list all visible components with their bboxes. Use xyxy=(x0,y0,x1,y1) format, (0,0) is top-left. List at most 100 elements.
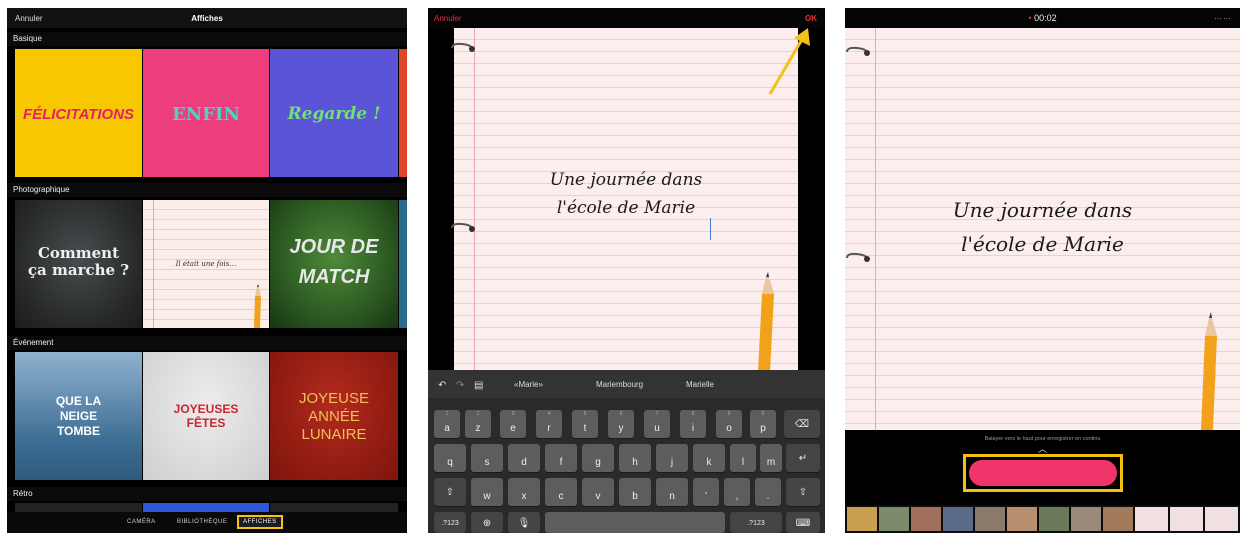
poster-text-line2: MATCH xyxy=(298,266,370,288)
clip-thumbnail[interactable] xyxy=(1039,507,1069,531)
poster-congratulations[interactable]: FÉLICITATIONS xyxy=(15,49,142,177)
shift-key[interactable]: ⇧ xyxy=(434,478,466,506)
key-v[interactable]: v xyxy=(582,478,614,506)
poster-finally[interactable]: ENFIN xyxy=(143,49,269,177)
arrow-pointer-icon xyxy=(768,28,810,95)
key-f[interactable]: f xyxy=(545,444,577,472)
space-key[interactable] xyxy=(545,512,725,533)
key-x[interactable]: x xyxy=(508,478,540,506)
section-label-basic: Basique xyxy=(7,32,407,46)
key-z[interactable]: 2z xyxy=(465,410,491,438)
pencil-icon xyxy=(254,284,261,328)
poster-holidays[interactable]: JOYEUSES FÊTES xyxy=(143,352,269,480)
paste-icon[interactable]: ▤ xyxy=(474,380,483,391)
poster-text: Il était une fois… xyxy=(175,260,237,268)
key-y[interactable]: 6y xyxy=(608,410,634,438)
key-u[interactable]: 7u xyxy=(644,410,670,438)
clip-thumbnail[interactable] xyxy=(1103,507,1133,531)
globe-icon[interactable]: ⊕ xyxy=(471,512,503,533)
poster-text-line1: JOYEUSES xyxy=(173,402,239,416)
more-icon[interactable]: …… xyxy=(1214,12,1232,21)
undo-icon[interactable]: ↶ xyxy=(438,380,446,391)
timer-value: 00:02 xyxy=(1034,13,1057,23)
tab-library[interactable]: BIBLIOTHÈQUE xyxy=(177,519,227,525)
poster-match-day[interactable]: JOUR DE MATCH xyxy=(270,200,398,328)
key-o[interactable]: 9o xyxy=(716,410,742,438)
key-i[interactable]: 8i xyxy=(680,410,706,438)
microphone-icon[interactable]: 🎙 xyxy=(508,512,540,533)
binder-ring-icon xyxy=(451,42,475,52)
clip-thumbnail[interactable] xyxy=(943,507,973,531)
key-a[interactable]: 1a xyxy=(434,410,460,438)
key-g[interactable]: g xyxy=(582,444,614,472)
keyboard: ↶ ↷ ▤ «Marie» Mariembourg Marielle 1a 2z… xyxy=(428,370,825,533)
key-e[interactable]: 3e xyxy=(500,410,526,438)
poster-title-line2[interactable]: l'école de Marie xyxy=(454,198,798,218)
tab-posters[interactable]: AFFICHES xyxy=(237,515,283,529)
clip-filmstrip[interactable] xyxy=(845,505,1240,533)
key-j[interactable]: j xyxy=(656,444,688,472)
poster-how-it-works[interactable]: Comment ça marche ? xyxy=(15,200,142,328)
poster-lunar-new-year[interactable]: JOYEUSE ANNÉE LUNAIRE xyxy=(270,352,398,480)
key-n[interactable]: n xyxy=(656,478,688,506)
key-h[interactable]: h xyxy=(619,444,651,472)
numbers-key[interactable]: .?123 xyxy=(434,512,466,533)
key-p[interactable]: 0p xyxy=(750,410,776,438)
clip-thumbnail[interactable] xyxy=(847,507,877,531)
key-t[interactable]: 5t xyxy=(572,410,598,438)
clip-thumbnail[interactable] xyxy=(1135,507,1168,531)
clip-thumbnail[interactable] xyxy=(911,507,941,531)
posters-panel: Annuler Affiches Basique FÉLICITATIONS E… xyxy=(7,8,407,533)
poster-partial[interactable] xyxy=(270,503,398,512)
numbers-key-right[interactable]: .?123 xyxy=(730,512,782,533)
key-q[interactable]: q xyxy=(434,444,466,472)
section-label-photo: Photographique xyxy=(7,183,407,197)
key-s[interactable]: s xyxy=(471,444,503,472)
key-comma[interactable]: , xyxy=(724,478,750,506)
poster-partial[interactable] xyxy=(15,503,142,512)
return-key[interactable]: ↵ xyxy=(786,444,820,472)
clip-thumbnail[interactable] xyxy=(1007,507,1037,531)
clip-thumbnail[interactable] xyxy=(879,507,909,531)
backspace-key[interactable]: ⌫ xyxy=(784,410,820,438)
key-apostrophe[interactable]: ’ xyxy=(693,478,719,506)
poster-text-line1: QUE LA xyxy=(55,394,102,408)
suggestion-2[interactable]: Mariembourg xyxy=(596,380,643,389)
shift-key-right[interactable]: ⇧ xyxy=(786,478,820,506)
redo-icon[interactable]: ↷ xyxy=(456,380,464,391)
notebook-page: Une journée dans l'école de Marie xyxy=(845,28,1240,430)
ok-button[interactable]: OK xyxy=(805,14,817,23)
hide-keyboard-icon[interactable]: ⌨ xyxy=(786,512,820,533)
poster-title-line1[interactable]: Une journée dans xyxy=(454,170,798,190)
poster-partial[interactable] xyxy=(399,49,407,177)
clip-thumbnail[interactable] xyxy=(1071,507,1101,531)
key-l[interactable]: l xyxy=(730,444,756,472)
suggestion-3[interactable]: Marielle xyxy=(686,380,714,389)
poster-text-line1: JOUR DE xyxy=(289,236,379,258)
clip-thumbnail[interactable] xyxy=(1205,507,1238,531)
clip-thumbnail[interactable] xyxy=(975,507,1005,531)
text-cursor xyxy=(710,218,711,240)
poster-partial[interactable] xyxy=(399,200,407,328)
key-c[interactable]: c xyxy=(545,478,577,506)
suggestion-1[interactable]: «Marie» xyxy=(514,380,543,389)
tab-camera[interactable]: CAMÉRA xyxy=(127,519,156,525)
key-r[interactable]: 4r xyxy=(536,410,562,438)
clip-thumbnail[interactable] xyxy=(1170,507,1203,531)
poster-partial[interactable] xyxy=(143,503,269,512)
poster-snow[interactable]: QUE LA NEIGE TOMBE xyxy=(15,352,142,480)
cancel-button[interactable]: Annuler xyxy=(434,14,462,23)
key-m[interactable]: m xyxy=(760,444,782,472)
key-period[interactable]: . xyxy=(755,478,781,506)
key-w[interactable]: w xyxy=(471,478,503,506)
key-b[interactable]: b xyxy=(619,478,651,506)
poster-once-upon[interactable]: Il était une fois… xyxy=(143,200,269,328)
record-button[interactable] xyxy=(969,460,1117,486)
key-d[interactable]: d xyxy=(508,444,540,472)
poster-text-line2: ça marche ? xyxy=(27,261,130,279)
recording-header: • 00:02 …… xyxy=(845,8,1240,28)
record-dot-icon: • xyxy=(1028,13,1032,23)
key-k[interactable]: k xyxy=(693,444,725,472)
poster-title-line1: Une journée dans xyxy=(952,198,1133,222)
poster-look[interactable]: Regarde ! xyxy=(270,49,398,177)
